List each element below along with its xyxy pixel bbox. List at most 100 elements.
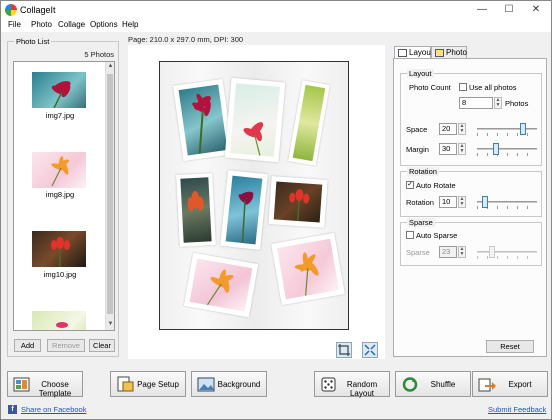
collage-photo[interactable] xyxy=(172,78,234,162)
use-all-photos-checkbox[interactable] xyxy=(459,83,467,91)
sparse-slider-thumb[interactable] xyxy=(489,246,495,258)
margin-stepper[interactable]: ▲ ▼ xyxy=(458,143,466,155)
margin-slider-thumb[interactable] xyxy=(493,143,499,155)
fit-to-window-icon[interactable] xyxy=(362,342,378,358)
sparse-group: Sparse Auto Sparse Sparse 23 ▲ ▼ xyxy=(400,218,542,266)
photo-list-scrollbar[interactable]: ▲ ▼ xyxy=(105,62,114,330)
export-button[interactable]: Export xyxy=(472,371,548,397)
background-icon xyxy=(197,376,215,393)
page-setup-button[interactable]: Page Setup xyxy=(110,371,186,397)
photo-listbox[interactable]: img7.jpg img8.jpg img10.jpg ▲ ▼ xyxy=(13,61,115,331)
photo-count-label: Photo Count xyxy=(409,83,451,92)
collage-page[interactable] xyxy=(159,61,349,330)
menu-options[interactable]: Options xyxy=(90,20,118,29)
photo-thumbnail[interactable] xyxy=(32,72,86,108)
auto-rotate-label: Auto Rotate xyxy=(416,181,456,190)
reset-button[interactable]: Reset xyxy=(486,340,534,353)
collage-photo[interactable] xyxy=(220,170,268,250)
photo-count-input[interactable]: 8 xyxy=(459,97,493,109)
menu-file[interactable]: File xyxy=(8,20,21,29)
margin-input[interactable]: 30 xyxy=(439,143,457,155)
flower-image xyxy=(294,252,319,296)
rotation-label: Rotation xyxy=(406,198,434,207)
menu-photo[interactable]: Photo xyxy=(31,20,52,29)
photo-thumbnail[interactable] xyxy=(32,152,86,188)
app-logo-icon xyxy=(5,4,17,16)
background-button[interactable]: Background xyxy=(191,371,267,397)
space-input[interactable]: 20 xyxy=(439,123,457,135)
collage-photo[interactable] xyxy=(183,252,259,318)
collage-photo[interactable] xyxy=(288,80,330,166)
shuffle-button[interactable]: Shuffle xyxy=(395,371,471,397)
rotation-input[interactable]: 10 xyxy=(439,196,457,208)
app-window: CollageIt — ☐ ✕ File Photo Collage Optio… xyxy=(0,0,552,420)
space-label: Space xyxy=(406,125,428,134)
flower-image xyxy=(51,237,70,267)
layout-tab-panel: Layout Photo Count Use all photos 8 ▲ ▼ P… xyxy=(393,58,547,357)
flower-image xyxy=(238,191,254,244)
tab-photo-label: Photo xyxy=(446,48,467,57)
layout-group: Layout Photo Count Use all photos 8 ▲ ▼ P… xyxy=(400,69,542,166)
space-stepper[interactable]: ▲ ▼ xyxy=(458,123,466,135)
page-setup-icon xyxy=(116,376,134,393)
scroll-down-icon[interactable]: ▼ xyxy=(107,321,114,328)
rotation-slider[interactable] xyxy=(477,196,537,209)
crop-icon[interactable] xyxy=(336,342,352,358)
export-icon xyxy=(478,376,496,393)
auto-sparse-checkbox[interactable] xyxy=(406,231,414,239)
space-slider[interactable] xyxy=(477,123,537,136)
photo-thumbnail-label: img8.jpg xyxy=(45,190,75,199)
clear-photos-button[interactable]: Clear xyxy=(89,339,115,352)
random-layout-label: Random Layout xyxy=(346,380,378,398)
layout-group-title: Layout xyxy=(407,69,434,78)
window-title: CollageIt xyxy=(20,5,56,15)
sparse-stepper[interactable]: ▲ ▼ xyxy=(458,246,466,258)
maximize-button[interactable]: ☐ xyxy=(498,2,520,17)
photo-thumbnail[interactable] xyxy=(32,231,86,267)
choose-template-button[interactable]: Choose Template xyxy=(7,371,83,398)
menu-collage[interactable]: Collage xyxy=(58,20,85,29)
collage-photo[interactable] xyxy=(224,77,286,163)
page-setup-label: Page Setup xyxy=(137,380,179,389)
rotation-group: Rotation ✓ Auto Rotate Rotation 10 ▲ ▼ xyxy=(400,167,542,217)
background-label: Background xyxy=(217,380,261,389)
collage-photo[interactable] xyxy=(268,176,328,228)
submit-feedback-link[interactable]: Submit Feedback xyxy=(488,405,546,414)
flower-image xyxy=(187,191,204,212)
photo-count-text: 5 Photos xyxy=(84,50,114,59)
margin-slider[interactable] xyxy=(477,143,537,156)
scroll-up-icon[interactable]: ▲ xyxy=(107,63,114,70)
template-icon xyxy=(13,376,31,393)
photo-thumbnail[interactable] xyxy=(32,311,86,330)
use-all-photos-label: Use all photos xyxy=(469,83,517,92)
flower-image xyxy=(56,322,68,328)
sparse-slider[interactable] xyxy=(477,246,537,259)
photo-thumbnail-label: img7.jpg xyxy=(45,111,75,120)
remove-photo-button[interactable]: Remove xyxy=(47,339,85,352)
rotation-stepper[interactable]: ▲ ▼ xyxy=(458,196,466,208)
add-photo-button[interactable]: Add xyxy=(14,339,41,352)
page-info: Page: 210.0 x 297.0 mm, DPI: 300 xyxy=(128,35,244,44)
menu-help[interactable]: Help xyxy=(122,20,138,29)
share-on-facebook-link[interactable]: Share on Facebook xyxy=(21,405,86,414)
auto-sparse-label: Auto Sparse xyxy=(416,231,458,240)
auto-rotate-checkbox[interactable]: ✓ xyxy=(406,181,414,189)
photo-count-stepper[interactable]: ▲ ▼ xyxy=(494,97,502,109)
rotation-group-title: Rotation xyxy=(407,167,439,176)
flower-image xyxy=(243,122,264,156)
random-layout-button[interactable]: Random Layout xyxy=(314,371,390,398)
collage-photo[interactable] xyxy=(176,173,216,247)
title-bar: CollageIt — ☐ ✕ xyxy=(1,1,551,19)
photo-list-title: Photo List xyxy=(14,37,52,46)
layout-tab-icon xyxy=(398,49,407,57)
close-button[interactable]: ✕ xyxy=(525,2,547,17)
collage-photo[interactable] xyxy=(271,232,345,306)
scroll-thumb[interactable] xyxy=(107,74,113,314)
sparse-input[interactable]: 23 xyxy=(439,246,457,258)
flower-image xyxy=(289,189,310,222)
facebook-icon: f xyxy=(8,405,17,414)
minimize-button[interactable]: — xyxy=(471,2,493,17)
choose-template-label: Choose Template xyxy=(38,380,72,398)
rotation-slider-thumb[interactable] xyxy=(482,196,488,208)
space-slider-thumb[interactable] xyxy=(520,123,526,135)
